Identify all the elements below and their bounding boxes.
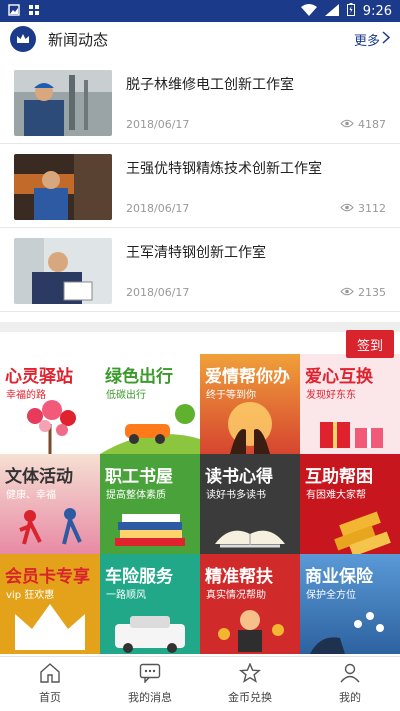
tile-subtitle: 读好书多读书 (206, 490, 266, 501)
message-icon (139, 663, 161, 687)
service-grid: 心灵驿站 幸福的路 绿色出行 低碳出行 爱情帮你办 终于等到你 爱心互换 发现好… (0, 354, 400, 654)
home-icon (39, 663, 61, 687)
tile-member-card[interactable]: 会员卡专享 vip 狂欢惠 (0, 554, 100, 654)
tile-title: 商业保险 (305, 567, 373, 587)
tile-sports-culture[interactable]: 文体活动 健康、幸福 (0, 454, 100, 554)
nav-messages[interactable]: 我的消息 (100, 657, 200, 711)
wifi-icon (300, 3, 317, 19)
tile-subtitle: 低碳出行 (106, 390, 146, 401)
more-label: 更多 (353, 33, 380, 49)
signal-icon (324, 3, 339, 19)
news-views: 4187 (340, 118, 386, 131)
tile-title: 绿色出行 (105, 367, 173, 387)
tile-business-insurance[interactable]: 商业保险 保护全方位 (300, 554, 400, 654)
battery-icon (346, 3, 355, 19)
nav-label: 金币兑换 (228, 691, 272, 704)
nav-coin-exchange[interactable]: 金币兑换 (200, 657, 300, 711)
eye-icon (340, 118, 354, 131)
tile-subtitle: 提高整体素质 (106, 490, 166, 501)
tile-love-help[interactable]: 爱情帮你办 终于等到你 (200, 354, 300, 454)
image-notification-icon (8, 3, 20, 19)
news-headline: 王强优特钢精炼技术创新工作室 (126, 161, 322, 177)
star-icon (238, 662, 262, 687)
nav-home[interactable]: 首页 (0, 657, 100, 711)
bottom-nav: 首页 我的消息 金币兑换 我的 (0, 656, 400, 711)
nav-profile[interactable]: 我的 (300, 657, 400, 711)
user-icon (339, 663, 361, 687)
tile-title: 爱情帮你办 (205, 367, 290, 387)
news-header: 新闻动态 更多 (0, 22, 400, 56)
news-thumbnail (14, 70, 112, 136)
grid-notification-icon (28, 4, 40, 19)
news-thumbnail (14, 238, 112, 304)
tile-subtitle: 发现好东东 (306, 390, 356, 401)
news-section-title: 新闻动态 (48, 30, 109, 49)
view-count: 4187 (358, 118, 386, 131)
view-count: 2135 (358, 286, 386, 299)
status-bar: 9:26 (0, 0, 400, 22)
tile-green-travel[interactable]: 绿色出行 低碳出行 (100, 354, 200, 454)
news-item[interactable]: 脱子林维修电工创新工作室 2018/06/17 4187 (0, 60, 400, 144)
news-headline: 脱子林维修电工创新工作室 (126, 77, 294, 93)
section-divider (0, 322, 400, 332)
tile-heart-station[interactable]: 心灵驿站 幸福的路 (0, 354, 100, 454)
crown-icon (10, 26, 36, 52)
news-headline: 王军清特钢创新工作室 (126, 245, 266, 261)
tile-title: 职工书屋 (105, 467, 173, 487)
news-list: 脱子林维修电工创新工作室 2018/06/17 4187 王强优特钢精炼技术创新… (0, 60, 400, 312)
tile-reading-notes[interactable]: 读书心得 读好书多读书 (200, 454, 300, 554)
tile-title: 互助帮困 (305, 467, 373, 487)
tile-subtitle: vip 狂欢惠 (6, 590, 55, 601)
news-item[interactable]: 王军清特钢创新工作室 2018/06/17 2135 (0, 228, 400, 312)
tile-subtitle: 保护全方位 (306, 590, 356, 601)
tile-subtitle: 一路顺风 (106, 590, 146, 601)
tile-title: 文体活动 (5, 467, 73, 487)
tile-subtitle: 幸福的路 (6, 390, 46, 401)
tile-subtitle: 真实情况帮助 (206, 590, 266, 601)
tile-subtitle: 有困难大家帮 (306, 490, 366, 501)
eye-icon (340, 202, 354, 215)
tile-title: 心灵驿站 (5, 367, 73, 387)
view-count: 3112 (358, 202, 386, 215)
more-news-link[interactable]: 更多 (353, 30, 391, 49)
status-time: 9:26 (362, 3, 392, 19)
checkin-button[interactable]: 签到 (346, 330, 394, 358)
news-thumbnail (14, 154, 112, 220)
news-date: 2018/06/17 (126, 286, 190, 299)
nav-label: 首页 (39, 691, 61, 704)
nav-label: 我的 (339, 691, 361, 704)
tile-title: 读书心得 (205, 467, 273, 487)
news-views: 2135 (340, 286, 386, 299)
tile-mutual-aid[interactable]: 互助帮困 有困难大家帮 (300, 454, 400, 554)
eye-icon (340, 286, 354, 299)
tile-title: 爱心互换 (305, 367, 373, 387)
tile-title: 精准帮扶 (205, 567, 273, 587)
chevron-right-icon (382, 30, 391, 48)
tile-staff-library[interactable]: 职工书屋 提高整体素质 (100, 454, 200, 554)
news-views: 3112 (340, 202, 386, 215)
tile-subtitle: 终于等到你 (206, 390, 256, 401)
tile-subtitle: 健康、幸福 (6, 490, 56, 501)
news-date: 2018/06/17 (126, 118, 190, 131)
nav-label: 我的消息 (128, 691, 172, 704)
tile-targeted-help[interactable]: 精准帮扶 真实情况帮助 (200, 554, 300, 654)
news-date: 2018/06/17 (126, 202, 190, 215)
news-item[interactable]: 王强优特钢精炼技术创新工作室 2018/06/17 3112 (0, 144, 400, 228)
tile-title: 会员卡专享 (5, 567, 90, 587)
tile-title: 车险服务 (105, 567, 173, 587)
tile-car-insurance[interactable]: 车险服务 一路顺风 (100, 554, 200, 654)
tile-love-exchange[interactable]: 爱心互换 发现好东东 (300, 354, 400, 454)
